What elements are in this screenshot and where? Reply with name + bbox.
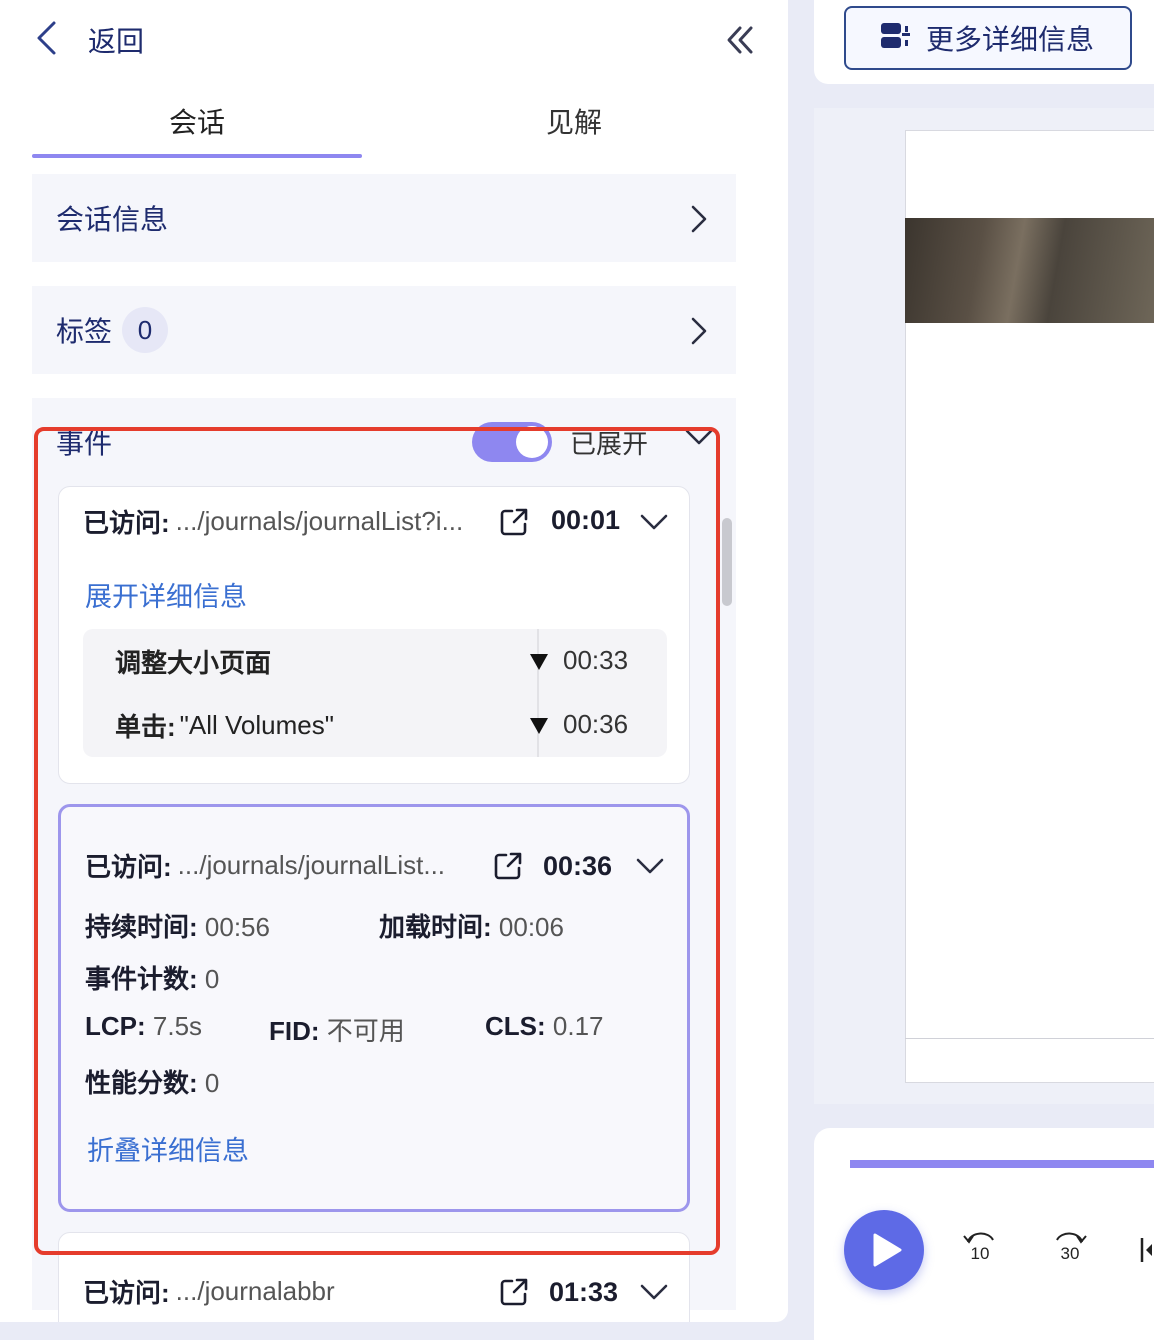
back-button[interactable]: 返回 [34, 18, 144, 62]
tab-active-indicator [32, 154, 362, 158]
performance-score-key: 性能分数: [85, 1068, 198, 1098]
chevron-right-icon [690, 204, 708, 239]
play-icon [871, 1232, 903, 1273]
left-panel: 返回 会话 见解 会话信息 标签 0 事件 已展开 已访问: .../journ… [0, 0, 788, 1322]
duration-value: 00:56 [204, 912, 270, 942]
sub-event-key: 单击: [115, 711, 176, 742]
external-link-icon[interactable] [499, 1277, 529, 1312]
events-title: 事件 [56, 428, 113, 459]
external-link-icon[interactable] [493, 851, 523, 886]
double-chevron-left-icon [720, 26, 760, 64]
visit-row: 已访问: .../journalabbr [83, 1271, 335, 1311]
play-button[interactable] [844, 1210, 924, 1290]
chevron-right-icon [690, 316, 708, 351]
session-info-row[interactable]: 会话信息 [32, 174, 736, 262]
visit-key: 已访问: [85, 851, 172, 882]
visit-row: 已访问: .../journals/journalList?i... [83, 501, 463, 541]
event-count-field: 事件计数: 0 [85, 959, 219, 996]
topbar: 返回 [0, 0, 788, 80]
cls-value: 0.17 [552, 1011, 604, 1041]
tab-bar: 会话 见解 [32, 84, 736, 158]
fid-field: FID: 不可用 [269, 1011, 405, 1048]
sub-event-key: 调整大小页面 [115, 647, 272, 678]
skip-back-button[interactable]: 10 [960, 1230, 1000, 1270]
progress-bar[interactable] [850, 1160, 1154, 1168]
collapse-details-link[interactable]: 折叠详细信息 [87, 1129, 249, 1168]
tags-count-badge: 0 [122, 307, 169, 353]
event-count-key: 事件计数: [85, 964, 198, 994]
fid-value: 不可用 [326, 1016, 405, 1046]
performance-score-field: 性能分数: 0 [85, 1063, 219, 1100]
chevron-down-icon[interactable] [639, 1283, 669, 1306]
visit-url: .../journalabbr [175, 1275, 335, 1306]
visit-url: .../journals/journalList?i... [175, 505, 464, 536]
load-time-field: 加载时间: 00:06 [379, 907, 564, 944]
collapse-panel-button[interactable] [720, 20, 760, 60]
session-info-title: 会话信息 [56, 204, 169, 235]
tab-insights[interactable]: 见解 [412, 84, 736, 158]
duration-field: 持续时间: 00:56 [85, 907, 270, 944]
visit-url: .../journals/journalList... [177, 849, 446, 880]
tags-row[interactable]: 标签 0 [32, 286, 736, 374]
visit-time: 00:36 [543, 851, 613, 881]
load-time-value: 00:06 [498, 912, 564, 942]
back-label: 返回 [88, 26, 145, 57]
event-card-active[interactable]: 已访问: .../journals/journalList... 00:36 持… [58, 804, 690, 1212]
skip-back-seconds: 10 [970, 1244, 990, 1263]
skip-to-start-icon[interactable] [1138, 1234, 1154, 1266]
sub-event-time: 00:33 [563, 645, 629, 675]
external-link-icon[interactable] [499, 507, 529, 542]
sub-event-time: 00:36 [563, 709, 629, 739]
visit-row: 已访问: .../journals/journalList... [85, 845, 445, 885]
divider [905, 1038, 1154, 1039]
tags-title: 标签 [56, 316, 113, 347]
skip-forward-seconds: 30 [1060, 1244, 1080, 1263]
visit-key: 已访问: [83, 1277, 170, 1308]
expand-details-link[interactable]: 展开详细信息 [85, 575, 247, 614]
sub-events-box: 调整大小页面 00:33 单击: "All Volumes" 00:36 [83, 629, 667, 757]
sub-event-value: "All Volumes" [179, 709, 334, 740]
event-card[interactable]: 已访问: .../journals/journalList?i... 00:01… [58, 486, 690, 784]
performance-score-value: 0 [204, 1068, 220, 1098]
scrollbar-thumb[interactable] [722, 518, 732, 606]
skip-forward-button[interactable]: 30 [1050, 1230, 1090, 1270]
load-time-key: 加载时间: [379, 912, 492, 942]
lcp-value: 7.5s [152, 1011, 203, 1041]
event-card[interactable]: 已访问: .../journalabbr 01:33 [58, 1232, 690, 1322]
caret-down-icon [529, 653, 549, 676]
expand-toggle[interactable] [472, 422, 552, 462]
chevron-down-icon[interactable] [639, 513, 669, 536]
cls-key: CLS: [485, 1011, 546, 1041]
toggle-label: 已展开 [570, 429, 649, 459]
replay-image [905, 218, 1154, 323]
more-details-label: 更多详细信息 [926, 24, 1095, 55]
chevron-left-icon [34, 20, 58, 61]
duration-key: 持续时间: [85, 912, 198, 942]
visit-key: 已访问: [83, 507, 170, 538]
caret-down-icon [529, 717, 549, 740]
sub-event-row[interactable]: 调整大小页面 [115, 641, 275, 681]
fid-key: FID: [269, 1016, 320, 1046]
visit-time: 00:01 [551, 505, 621, 535]
tab-session[interactable]: 会话 [32, 84, 362, 158]
lcp-field: LCP: 7.5s [85, 1011, 202, 1042]
lcp-key: LCP: [85, 1011, 146, 1041]
events-header: 事件 已展开 [32, 422, 736, 466]
chevron-down-icon[interactable] [684, 428, 714, 451]
cls-field: CLS: 0.17 [485, 1011, 604, 1042]
more-details-button[interactable]: 更多详细信息 [844, 6, 1132, 70]
toggle-knob [516, 426, 548, 458]
details-panel-icon [880, 22, 912, 55]
event-count-value: 0 [204, 964, 220, 994]
chevron-down-icon[interactable] [635, 857, 665, 880]
visit-time: 01:33 [549, 1277, 619, 1307]
sub-event-row[interactable]: 单击: "All Volumes" [115, 705, 334, 745]
